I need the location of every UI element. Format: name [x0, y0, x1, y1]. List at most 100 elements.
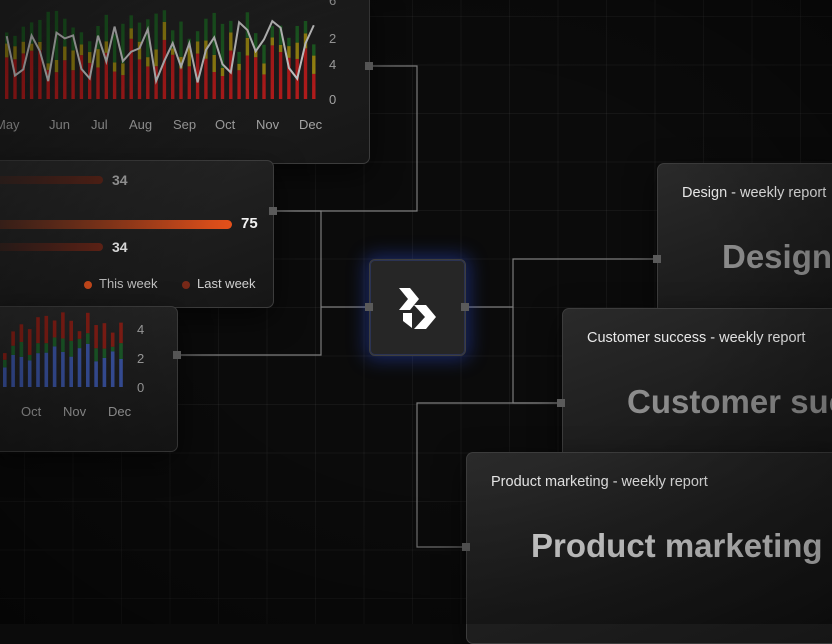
chart-bar-segment: [77, 348, 82, 387]
chart-bar-segment: [94, 325, 98, 349]
stacked-chart-card[interactable]: 4 2 0 Oct Nov Dec: [0, 306, 178, 452]
month-label: Dec: [299, 117, 323, 132]
chart-bar-segment: [5, 57, 9, 99]
chart-bar-segment: [245, 37, 250, 56]
customer-success-report-card[interactable]: Customer success - weekly report Custome…: [562, 308, 832, 460]
report-title: Design - weekly report: [682, 185, 827, 201]
chart-bar-segment: [102, 348, 107, 358]
monthly-chart-card[interactable]: 6 4 2 0 May Jun Jul Aug Sep Oct Nov Dec: [0, 0, 370, 164]
chart-bar-segment: [119, 343, 123, 359]
chart-bar-segment: [245, 55, 250, 99]
bar-row: [0, 220, 232, 229]
chart-bar-segment: [21, 41, 25, 54]
connector-node[interactable]: [173, 351, 181, 359]
chart-bar-segment: [3, 353, 7, 360]
chart-bar-segment: [137, 59, 142, 99]
chart-bar-segment: [104, 41, 108, 53]
connector-node[interactable]: [557, 399, 565, 407]
chart-bar-segment: [312, 44, 316, 56]
chart-bar-segment: [86, 333, 90, 344]
chart-bar-segment: [11, 345, 15, 355]
chart-bar-segment: [295, 25, 299, 43]
chart-bar-segment: [44, 352, 49, 387]
chart-bar-segment: [171, 54, 175, 99]
chart-bar-segment: [63, 46, 67, 61]
chart-bar-segment: [71, 70, 75, 99]
chart-bar-segment: [129, 15, 133, 29]
chart-bar-segment: [262, 74, 266, 99]
chart-bar-segment: [29, 50, 34, 99]
chart-bar-segment: [112, 62, 117, 72]
chart-bar-segment: [77, 338, 82, 349]
report-heading: Design: [722, 238, 832, 275]
month-label: Nov: [256, 117, 280, 132]
chart-bar-segment: [121, 75, 125, 99]
bar-row: [0, 176, 103, 184]
legend-dot-icon: [84, 280, 92, 289]
chart-bar-segment: [146, 66, 150, 99]
chart-bar-segment: [61, 312, 65, 339]
chart-bar-segment: [262, 63, 266, 75]
report-title: Product marketing - weekly report: [491, 474, 708, 490]
month-label: Nov: [63, 404, 87, 419]
chart-bar-segment: [237, 70, 241, 99]
chart-bar-segment: [71, 50, 75, 71]
chart-bar-segment: [162, 39, 167, 99]
month-label: Oct: [215, 117, 236, 132]
chart-bar-segment: [237, 63, 241, 71]
workflow-hub[interactable]: [369, 259, 466, 356]
chart-bar-segment: [110, 332, 115, 347]
chart-bar-segment: [112, 33, 117, 63]
chart-bar-segment: [11, 331, 15, 346]
weekly-comparison-card[interactable]: 34 75 34 This week Last week: [0, 160, 274, 308]
chart-bar-segment: [54, 72, 59, 99]
connector-node[interactable]: [269, 207, 277, 215]
chart-bar-segment: [86, 312, 90, 334]
bar-value: 34: [112, 172, 128, 188]
connector-node[interactable]: [462, 543, 470, 551]
chart-bar-segment: [104, 14, 108, 42]
chart-bar-segment: [162, 10, 167, 22]
connector-node[interactable]: [365, 303, 373, 311]
chart-bar-segment: [137, 22, 142, 42]
chart-bar-segment: [110, 346, 115, 352]
chart-bar-segment: [3, 367, 7, 387]
design-report-card[interactable]: Design - weekly report Design: [657, 163, 832, 315]
chart-bar-segment: [77, 331, 82, 339]
connector-node[interactable]: [653, 255, 661, 263]
chart-bar-segment: [61, 338, 65, 352]
chart-bar-segment: [36, 353, 40, 387]
month-label: Jul: [91, 117, 108, 132]
chart-bar-segment: [229, 32, 233, 51]
chart-bar-segment: [102, 357, 107, 387]
chart-bar-segment: [154, 49, 158, 67]
bar-value: 75: [241, 215, 258, 232]
chart-bar-segment: [3, 359, 7, 368]
chart-bar-segment: [278, 52, 283, 99]
chart-bar-segment: [262, 44, 266, 64]
chart-bar-segment: [13, 35, 17, 47]
chart-bar-segment: [44, 343, 49, 353]
chart-bar-segment: [96, 67, 100, 99]
chart-bar-segment: [312, 73, 316, 99]
y-tick-label: 2: [329, 31, 337, 46]
report-heading: Customer success: [627, 383, 832, 420]
product-marketing-report-card[interactable]: Product marketing - weekly report Produc…: [466, 452, 832, 644]
month-label: Sep: [173, 117, 197, 132]
chart-bar-segment: [129, 38, 133, 99]
legend-last-week: Last week: [182, 276, 256, 291]
connector-node[interactable]: [461, 303, 469, 311]
chart-bar-segment: [129, 28, 133, 39]
y-tick-label: 6: [329, 0, 337, 8]
month-label: May: [0, 117, 20, 132]
chart-bar-segment: [179, 68, 183, 99]
report-heading: Product marketing: [531, 527, 823, 564]
chart-bar-segment: [237, 51, 241, 64]
chart-bar-segment: [303, 48, 308, 99]
chart-bar-segment: [278, 44, 283, 53]
chart-bar-segment: [162, 21, 167, 40]
chart-bar-segment: [21, 26, 25, 42]
monthly-chart-plot: [5, 10, 316, 99]
chart-bar-segment: [204, 58, 208, 99]
connector-node[interactable]: [365, 62, 373, 70]
